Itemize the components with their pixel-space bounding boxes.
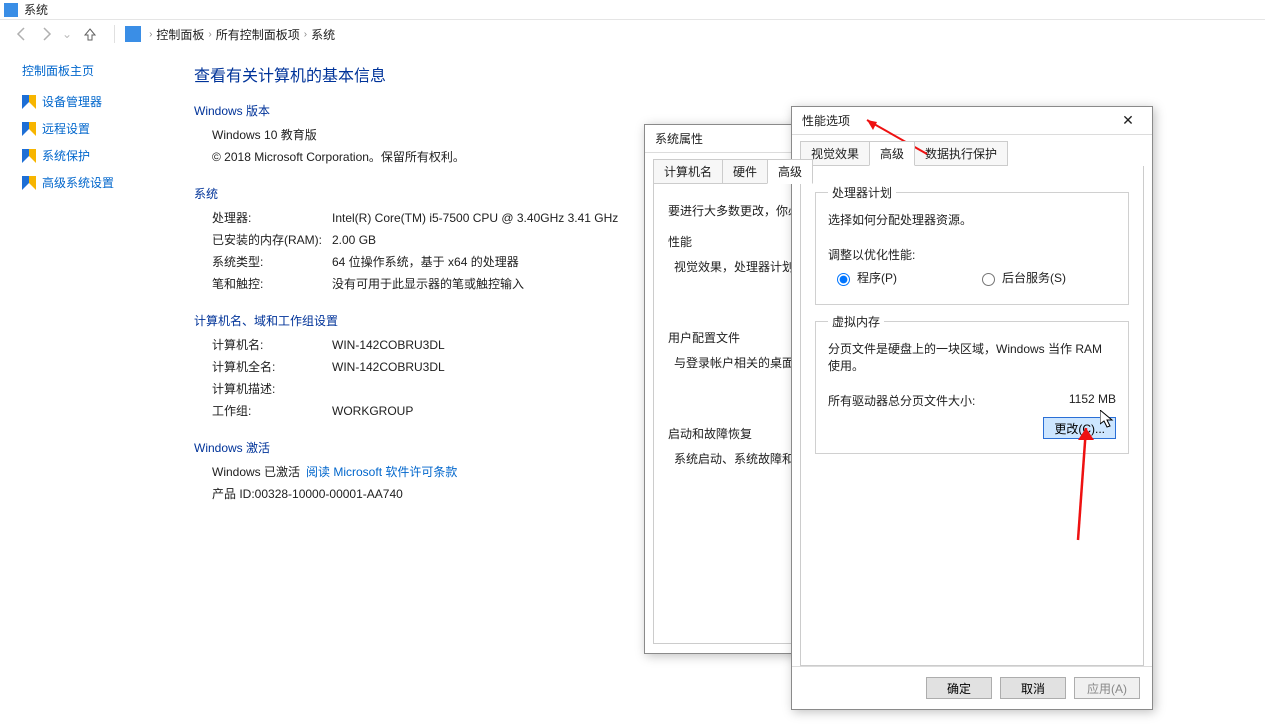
mouse-cursor-icon	[1100, 410, 1116, 430]
back-icon[interactable]	[14, 26, 30, 42]
radio-services-input[interactable]	[982, 273, 995, 286]
recent-dropdown-icon[interactable]: ⌄	[62, 27, 72, 41]
sidebar: 控制面板主页 设备管理器 远程设置 系统保护 高级系统设置	[0, 48, 180, 725]
scheduling-desc: 选择如何分配处理器资源。	[828, 211, 1116, 228]
window-titlebar: 系统	[0, 0, 1265, 20]
sidebar-item-label: 远程设置	[42, 120, 90, 137]
vm-total-value: 1152 MB	[1069, 392, 1116, 409]
sidebar-item-label: 设备管理器	[42, 93, 102, 110]
system-icon	[4, 3, 18, 17]
system-type-value: 64 位操作系统，基于 x64 的处理器	[332, 252, 519, 272]
activation-status: Windows 已激活	[212, 462, 300, 482]
group-processor-scheduling: 处理器计划 选择如何分配处理器资源。 调整以优化性能: 程序(P) 后台服务(S…	[815, 184, 1129, 305]
group-virtual-memory: 虚拟内存 分页文件是硬盘上的一块区域，Windows 当作 RAM 使用。 所有…	[815, 313, 1129, 454]
product-id-value: 00328-10000-00001-AA740	[255, 484, 403, 504]
shield-icon	[22, 149, 36, 163]
computer-name-label: 计算机名:	[212, 335, 332, 355]
pen-touch-value: 没有可用于此显示器的笔或触控输入	[332, 274, 524, 294]
shield-icon	[22, 122, 36, 136]
radio-programs-input[interactable]	[837, 273, 850, 286]
license-terms-link[interactable]: 阅读 Microsoft 软件许可条款	[306, 462, 457, 482]
computer-fullname-value: WIN-142COBRU3DL	[332, 357, 445, 377]
address-icon	[125, 26, 141, 42]
virtual-memory-desc: 分页文件是硬盘上的一块区域，Windows 当作 RAM 使用。	[828, 340, 1116, 374]
sidebar-item-label: 系统保护	[42, 147, 90, 164]
dialog-title: 性能选项	[802, 112, 850, 129]
workgroup-value: WORKGROUP	[332, 401, 413, 421]
sidebar-item-advanced-settings[interactable]: 高级系统设置	[22, 174, 170, 191]
sidebar-home[interactable]: 控制面板主页	[22, 62, 170, 79]
sidebar-item-remote-settings[interactable]: 远程设置	[22, 120, 170, 137]
tab-dep[interactable]: 数据执行保护	[914, 141, 1008, 166]
ok-button[interactable]: 确定	[926, 677, 992, 699]
ram-label: 已安装的内存(RAM):	[212, 230, 332, 250]
computer-name-value: WIN-142COBRU3DL	[332, 335, 445, 355]
vm-total-label: 所有驱动器总分页文件大小:	[828, 392, 975, 409]
tab-hardware[interactable]: 硬件	[722, 159, 768, 184]
page-heading: 查看有关计算机的基本信息	[194, 62, 1235, 86]
sidebar-item-device-manager[interactable]: 设备管理器	[22, 93, 170, 110]
cpu-label: 处理器:	[212, 208, 332, 228]
sidebar-item-system-protection[interactable]: 系统保护	[22, 147, 170, 164]
breadcrumb[interactable]: › 控制面板 › 所有控制面板项 › 系统	[147, 26, 337, 43]
tab-computer-name[interactable]: 计算机名	[653, 159, 723, 184]
cancel-button[interactable]: 取消	[1000, 677, 1066, 699]
window-title: 系统	[24, 1, 48, 18]
dialog-button-row: 确定 取消 应用(A)	[792, 666, 1152, 709]
windows-copyright: © 2018 Microsoft Corporation。保留所有权利。	[212, 147, 465, 167]
crumb-leaf[interactable]: 系统	[309, 26, 337, 43]
dialog-title: 系统属性	[655, 130, 703, 147]
group-title: 处理器计划	[828, 184, 896, 201]
dialog-performance-options: 性能选项 ✕ 视觉效果 高级 数据执行保护 处理器计划 选择如何分配处理器资源。…	[791, 106, 1153, 710]
computer-fullname-label: 计算机全名:	[212, 357, 332, 377]
windows-edition: Windows 10 教育版	[212, 125, 317, 145]
product-id-label: 产品 ID:	[212, 484, 255, 504]
crumb-all[interactable]: 所有控制面板项	[214, 26, 302, 43]
workgroup-label: 工作组:	[212, 401, 332, 421]
close-icon[interactable]: ✕	[1114, 112, 1142, 129]
navigation-bar: ⌄ › 控制面板 › 所有控制面板项 › 系统	[0, 20, 1265, 48]
sidebar-item-label: 高级系统设置	[42, 174, 114, 191]
system-type-label: 系统类型:	[212, 252, 332, 272]
up-icon[interactable]	[82, 26, 98, 42]
shield-icon	[22, 176, 36, 190]
tab-advanced[interactable]: 高级	[767, 159, 813, 184]
cpu-value: Intel(R) Core(TM) i5-7500 CPU @ 3.40GHz …	[332, 208, 618, 228]
group-title: 虚拟内存	[828, 313, 884, 330]
radio-background-services[interactable]: 后台服务(S)	[977, 269, 1066, 286]
radio-programs[interactable]: 程序(P)	[832, 269, 897, 286]
computer-desc-label: 计算机描述:	[212, 379, 332, 399]
apply-button[interactable]: 应用(A)	[1074, 677, 1140, 699]
tab-advanced[interactable]: 高级	[869, 141, 915, 166]
crumb-root[interactable]: 控制面板	[154, 26, 206, 43]
forward-icon[interactable]	[38, 26, 54, 42]
ram-value: 2.00 GB	[332, 230, 376, 250]
scheduling-adjust-label: 调整以优化性能:	[828, 246, 1116, 263]
pen-touch-label: 笔和触控:	[212, 274, 332, 294]
shield-icon	[22, 95, 36, 109]
